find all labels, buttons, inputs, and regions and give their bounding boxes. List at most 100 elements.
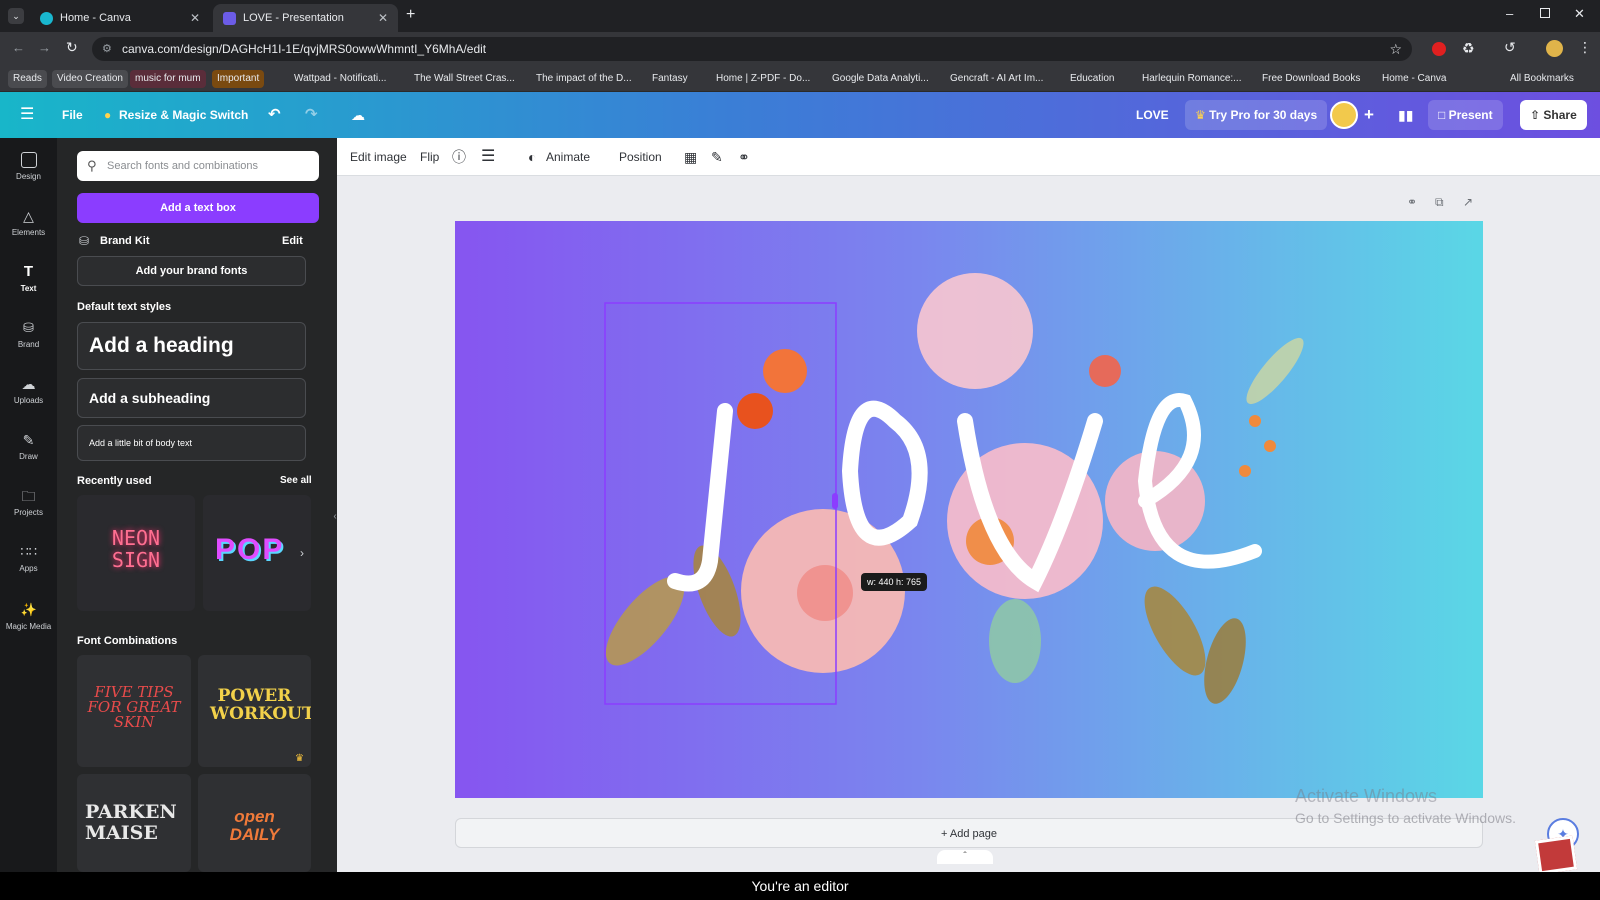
bookmark-link[interactable]: The Wall Street Cras...	[414, 70, 515, 88]
redo-icon[interactable]: ↷	[305, 92, 318, 138]
brand-kit-edit-link[interactable]: Edit	[282, 235, 303, 247]
heading-label: Add a heading	[89, 334, 234, 357]
design-canvas[interactable]: w: 440 h: 765	[455, 221, 1483, 798]
add-brand-fonts-button[interactable]: Add your brand fonts	[77, 256, 306, 286]
add-heading-button[interactable]: Add a heading	[77, 322, 306, 370]
resize-magic-switch-button[interactable]: Resize & Magic Switch	[119, 92, 248, 138]
rail-uploads[interactable]: ☁ Uploads	[0, 368, 57, 420]
bookmark-link[interactable]: Home - Canva	[1382, 70, 1446, 88]
caption-text: You're an editor	[751, 878, 849, 894]
user-avatar[interactable]	[1330, 101, 1358, 129]
add-text-box-button[interactable]: Add a text box	[77, 193, 319, 223]
see-all-link[interactable]: See all	[280, 475, 312, 486]
flip-button[interactable]: Flip	[420, 138, 439, 176]
reload-icon[interactable]: ↻	[66, 39, 78, 56]
paint-format-icon[interactable]: ✎	[711, 138, 723, 176]
rail-label: Projects	[14, 508, 43, 517]
rail-magic-media[interactable]: ✨ Magic Media	[0, 594, 57, 646]
close-tab-icon[interactable]: ✕	[378, 11, 388, 25]
extensions-icon[interactable]: ♻	[1462, 40, 1475, 57]
bookmark-folder[interactable]: Education	[1070, 70, 1114, 88]
edit-image-button[interactable]: Edit image	[350, 138, 407, 176]
brand-icon: ⛁	[23, 320, 34, 335]
lock-icon[interactable]: ⚭	[738, 138, 750, 176]
combo-open-daily[interactable]: open DAILY	[198, 774, 311, 872]
align-icon[interactable]: ☰	[481, 138, 495, 176]
minimize-icon[interactable]: –	[1506, 6, 1513, 21]
tab-search-icon[interactable]: ⌄	[8, 8, 24, 24]
add-collaborator-icon[interactable]: +	[1364, 92, 1374, 138]
bookmark-folder[interactable]: Fantasy	[652, 70, 688, 88]
chevron-up-icon[interactable]: ˆ	[937, 850, 993, 864]
cloud-save-icon[interactable]: ☁	[351, 92, 365, 138]
love-floral-artwork[interactable]	[455, 221, 1483, 798]
share-button[interactable]: ⇧ Share	[1520, 100, 1587, 130]
new-tab-icon[interactable]: +	[406, 6, 415, 24]
site-info-icon[interactable]: ⚙	[102, 37, 112, 61]
tab-love-presentation[interactable]: LOVE - Presentation ✕	[213, 4, 398, 32]
combo-five-tips[interactable]: FIVE TIPS FOR GREAT SKIN	[77, 655, 191, 767]
chevron-right-icon[interactable]: ›	[300, 546, 304, 560]
bookmark-link[interactable]: Home | Z-PDF - Do...	[716, 70, 810, 88]
present-button[interactable]: □ Present	[1428, 100, 1503, 130]
bookmark-link[interactable]: The impact of the D...	[536, 70, 632, 88]
position-button[interactable]: Position	[619, 138, 662, 176]
bookmark-chip[interactable]: Reads	[8, 70, 47, 88]
bookmark-chip[interactable]: music for mum	[130, 70, 206, 88]
bookmark-star-icon[interactable]: ☆	[1389, 37, 1402, 61]
file-menu[interactable]: File	[62, 92, 83, 138]
transparency-icon[interactable]: ▦	[684, 138, 697, 176]
resize-handle	[832, 493, 838, 509]
forward-icon[interactable]: →	[38, 40, 51, 55]
combo-text: PARKEN MAISE	[85, 801, 177, 844]
rail-text[interactable]: T Text	[0, 256, 57, 308]
red-blossom	[1089, 355, 1121, 387]
add-body-text-button[interactable]: Add a little bit of body text	[77, 425, 306, 461]
bookmark-link[interactable]: Gencraft - AI Art Im...	[950, 70, 1043, 88]
add-page-icon[interactable]: ↗	[1463, 195, 1473, 209]
insights-icon[interactable]: ▮▮	[1398, 92, 1413, 138]
design-title[interactable]: LOVE	[1136, 92, 1169, 138]
close-tab-icon[interactable]: ✕	[190, 11, 200, 25]
url-input[interactable]: ⚙ canva.com/design/DAGHcH1I-1E/qvjMRS0ow…	[92, 37, 1412, 61]
bookmark-link[interactable]: Harlequin Romance:...	[1142, 70, 1242, 88]
try-pro-button[interactable]: ♛ Try Pro for 30 days	[1185, 100, 1328, 130]
info-icon[interactable]: ⓘ	[452, 138, 466, 176]
rail-elements[interactable]: △ Elements	[0, 200, 57, 252]
love-letter-stroke	[841, 400, 928, 546]
neon-sign-thumbnail[interactable]: NEON SIGN	[77, 495, 195, 611]
browser-menu-icon[interactable]: ⋮	[1578, 39, 1592, 56]
bookmark-chip[interactable]: Video Creation	[52, 70, 128, 88]
pop-thumbnail[interactable]: POP	[203, 495, 311, 611]
profile-avatar[interactable]	[1546, 40, 1563, 57]
tab-home-canva[interactable]: Home - Canva ✕	[30, 4, 210, 32]
restore-icon[interactable]	[1540, 8, 1550, 18]
bookmark-folder[interactable]: All Bookmarks	[1510, 70, 1574, 88]
bookmark-link[interactable]: Wattpad - Notificati...	[294, 70, 386, 88]
back-icon[interactable]: ←	[12, 40, 25, 55]
bookmark-link[interactable]: Free Download Books	[1262, 70, 1360, 88]
combo-power-workout[interactable]: POWER WORKOUT ♛	[198, 655, 311, 767]
history-icon[interactable]: ↺	[1504, 39, 1516, 56]
rail-brand[interactable]: ⛁ Brand	[0, 312, 57, 364]
add-subheading-button[interactable]: Add a subheading	[77, 378, 306, 418]
bookmark-link[interactable]: Google Data Analyti...	[832, 70, 929, 88]
crown-icon: ♛	[1195, 108, 1210, 122]
animate-icon: ◐	[528, 149, 537, 165]
rail-draw[interactable]: ✎ Draw	[0, 424, 57, 476]
menu-icon[interactable]: ☰	[20, 92, 34, 138]
default-styles-label: Default text styles	[77, 301, 172, 313]
berry	[1239, 465, 1251, 477]
animate-button[interactable]: Animate	[546, 138, 590, 176]
duplicate-page-icon[interactable]: ⧉	[1435, 195, 1444, 210]
bookmark-chip[interactable]: Important	[212, 70, 265, 88]
combo-parken-maise[interactable]: PARKEN MAISE	[77, 774, 191, 872]
font-search-input[interactable]: ⚲ Search fonts and combinations	[77, 151, 319, 181]
undo-icon[interactable]: ↶	[268, 92, 281, 138]
adblock-icon[interactable]	[1432, 42, 1446, 56]
page-lock-icon[interactable]: ⚭	[1407, 195, 1417, 209]
rail-design[interactable]: Design	[0, 144, 57, 196]
rail-apps[interactable]: ∷∷ Apps	[0, 536, 57, 588]
close-window-icon[interactable]: ✕	[1574, 6, 1585, 22]
rail-projects[interactable]: 🗀 Projects	[0, 480, 57, 532]
